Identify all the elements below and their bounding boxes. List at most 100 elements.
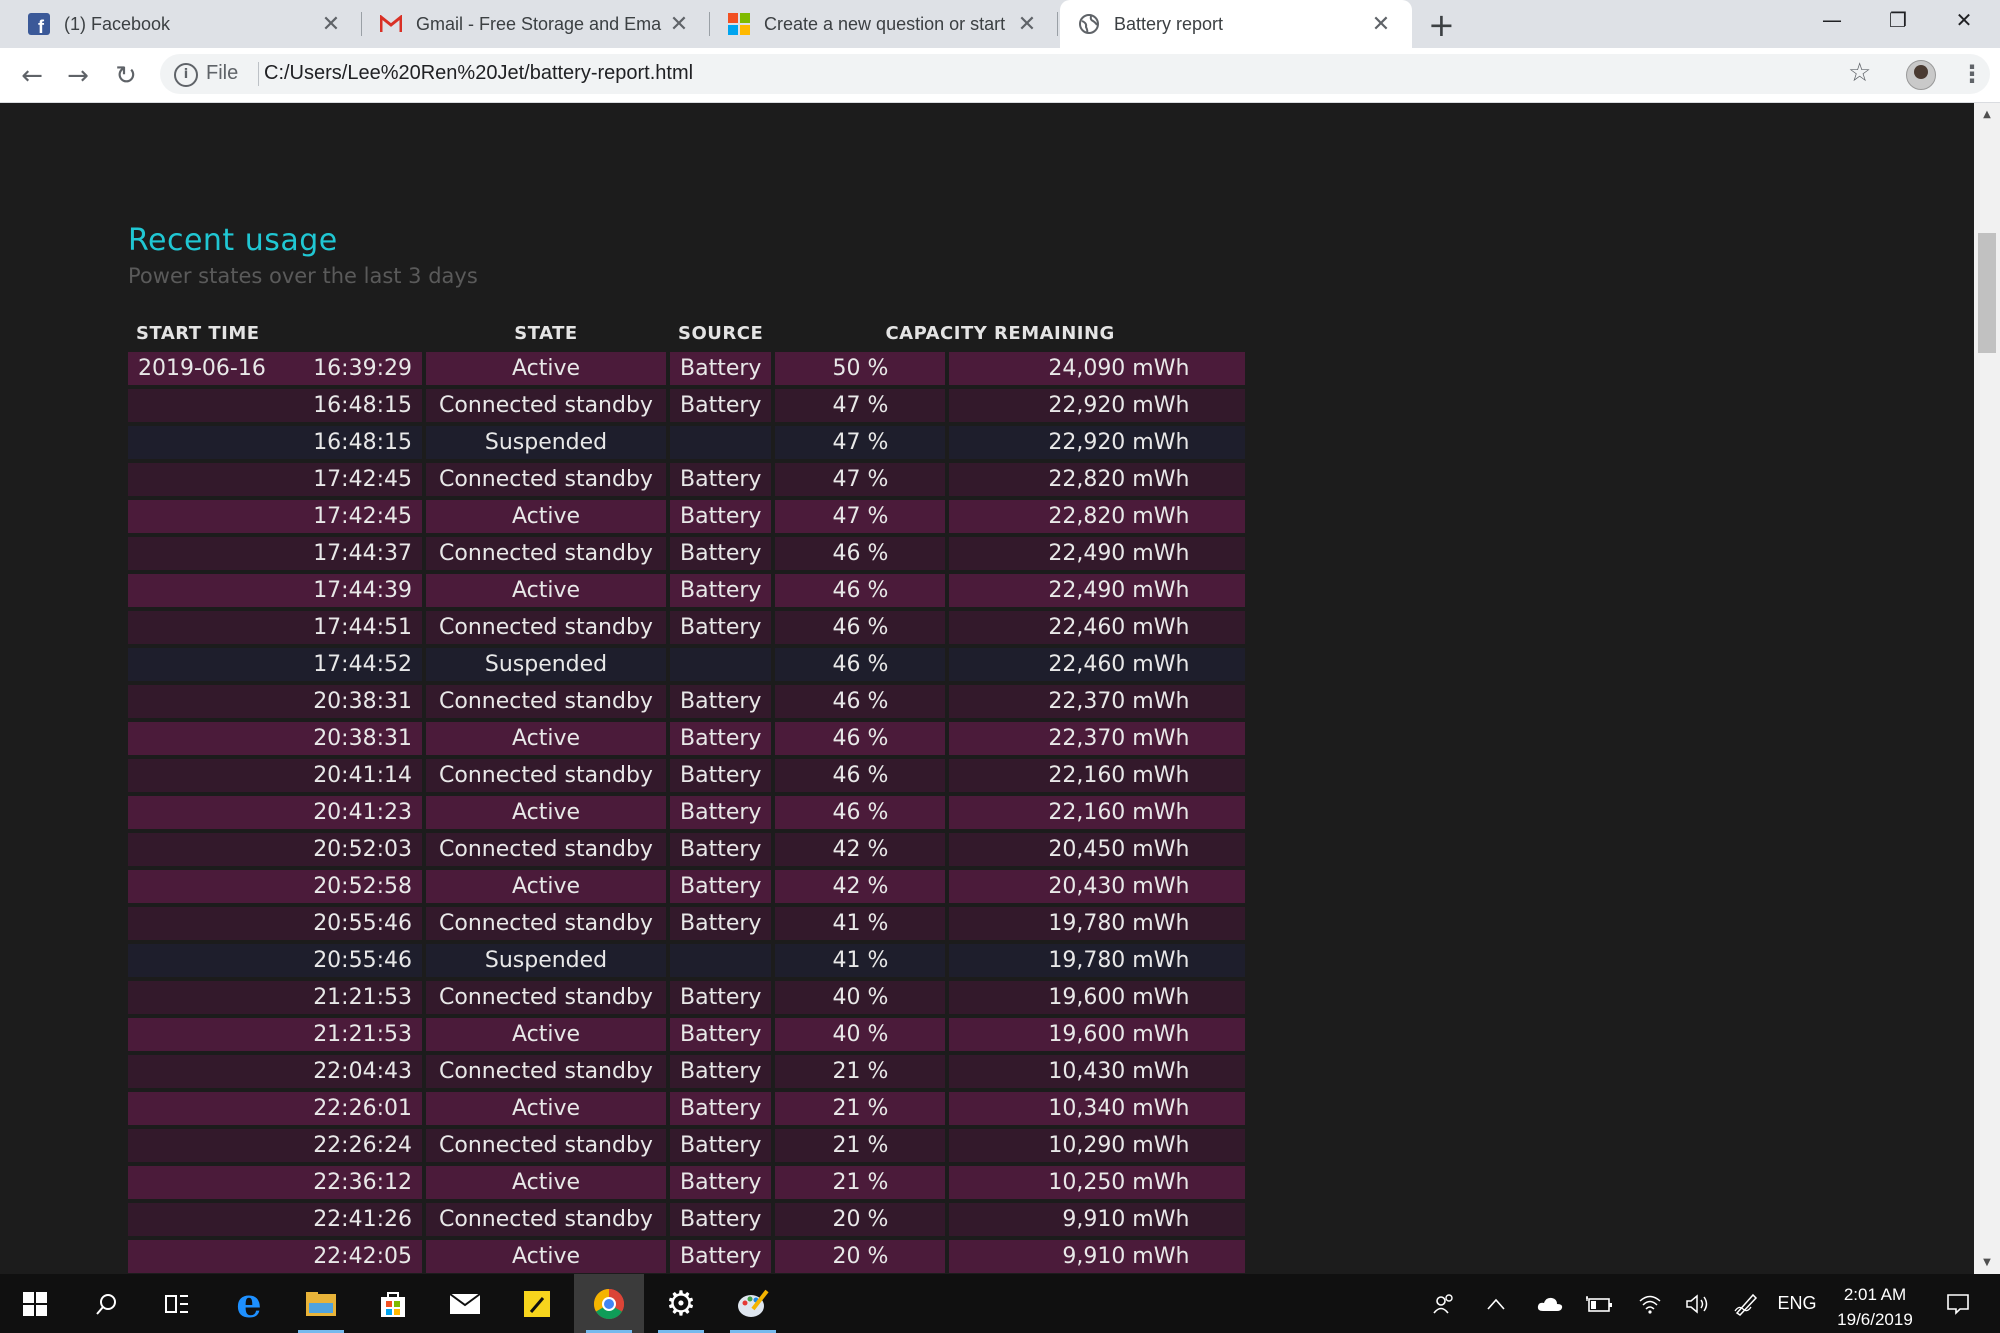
reload-icon[interactable]: ↻ <box>108 58 144 94</box>
file-explorer-icon[interactable] <box>286 1274 356 1333</box>
close-tab-icon[interactable]: ✕ <box>314 11 348 37</box>
back-icon[interactable]: ← <box>14 58 50 94</box>
table-row: 22:36:12 Active Battery 21 % 10,250 mWh <box>128 1166 1246 1199</box>
start-time-cell: 20:38:31 <box>128 722 422 755</box>
table-row: 22:42:05 Active Battery 20 % 9,910 mWh <box>128 1240 1246 1273</box>
state-cell: Connected standby <box>426 1203 666 1236</box>
avatar[interactable] <box>1906 60 1936 90</box>
time-text: 17:44:39 <box>313 578 412 603</box>
state-cell: Active <box>426 1092 666 1125</box>
task-view-icon[interactable] <box>142 1274 212 1333</box>
start-time-cell: 21:21:53 <box>128 981 422 1014</box>
sticky-notes-icon[interactable] <box>502 1274 572 1333</box>
source-cell: Battery <box>670 1129 772 1162</box>
capacity-cell: 9,910 mWh <box>949 1240 1246 1273</box>
percent-cell: 46 % <box>775 759 946 792</box>
settings-icon[interactable]: ⚙ <box>646 1274 716 1333</box>
state-cell: Active <box>426 1018 666 1051</box>
close-window-icon[interactable]: ✕ <box>1934 0 1994 40</box>
restore-icon[interactable]: ❐ <box>1868 0 1928 40</box>
info-icon[interactable]: i <box>174 63 198 87</box>
volume-icon[interactable] <box>1676 1274 1720 1333</box>
address-bar[interactable]: i File C:/Users/Lee%20Ren%20Jet/battery-… <box>160 54 1990 94</box>
tab-facebook[interactable]: f (1) Facebook ✕ <box>0 0 362 48</box>
close-tab-icon[interactable]: ✕ <box>1010 11 1044 37</box>
store-icon[interactable] <box>358 1274 428 1333</box>
people-icon[interactable] <box>1420 1274 1468 1333</box>
mail-icon[interactable] <box>430 1274 500 1333</box>
column-header-state: STATE <box>514 322 578 344</box>
state-cell: Connected standby <box>426 611 666 644</box>
battery-icon[interactable] <box>1578 1274 1622 1333</box>
percent-cell: 21 % <box>775 1092 946 1125</box>
tab-microsoft[interactable]: Create a new question or start a ✕ <box>710 0 1058 48</box>
start-time-cell: 20:38:31 <box>128 685 422 718</box>
tab-battery-report[interactable]: Battery report ✕ <box>1060 0 1412 48</box>
capacity-cell: 22,370 mWh <box>949 685 1246 718</box>
time-text: 20:41:14 <box>313 763 412 788</box>
table-row: 17:44:37 Connected standby Battery 46 % 22,4… <box>128 537 1246 570</box>
wifi-icon[interactable] <box>1628 1274 1672 1333</box>
percent-cell: 46 % <box>775 796 946 829</box>
start-time-cell: 22:36:12 <box>128 1166 422 1199</box>
time-text: 20:52:03 <box>313 837 412 862</box>
state-cell: Suspended <box>426 648 666 681</box>
time-text: 22:04:43 <box>313 1059 412 1084</box>
minimize-icon[interactable]: — <box>1802 0 1862 40</box>
table-header: START TIME STATE SOURCE CAPACITY REMAINI… <box>128 318 1245 348</box>
source-cell: Battery <box>670 796 772 829</box>
close-tab-icon[interactable]: ✕ <box>662 11 696 37</box>
table-row: 17:42:45 Active Battery 47 % 22,820 mWh <box>128 500 1246 533</box>
table-row: 20:55:46 Suspended 41 % 19,780 mWh <box>128 944 1246 977</box>
capacity-cell: 22,490 mWh <box>949 574 1246 607</box>
start-time-cell: 20:52:03 <box>128 833 422 866</box>
start-time-cell: 22:26:01 <box>128 1092 422 1125</box>
tab-gmail[interactable]: Gmail - Free Storage and Email fr ✕ <box>362 0 710 48</box>
bookmark-star-icon[interactable]: ☆ <box>1848 58 1871 88</box>
paint-icon[interactable] <box>718 1274 788 1333</box>
onedrive-icon[interactable] <box>1528 1274 1572 1333</box>
time-text: 16:48:15 <box>313 393 412 418</box>
menu-icon[interactable]: ⋮ <box>1960 60 1984 88</box>
start-icon[interactable] <box>0 1274 70 1333</box>
clock[interactable]: 2:01 AM 19/6/2019 <box>1820 1282 1930 1332</box>
new-tab-button[interactable]: + <box>1428 6 1455 44</box>
source-cell: Battery <box>670 1166 772 1199</box>
chrome-icon[interactable] <box>574 1274 644 1333</box>
state-cell: Active <box>426 352 666 385</box>
time-text: 20:38:31 <box>313 726 412 751</box>
column-header-capacity: CAPACITY REMAINING <box>885 322 1115 344</box>
percent-cell: 40 % <box>775 981 946 1014</box>
capacity-cell: 19,780 mWh <box>949 907 1246 940</box>
language-indicator[interactable]: ENG <box>1774 1274 1820 1333</box>
table-row: 17:44:39 Active Battery 46 % 22,490 mWh <box>128 574 1246 607</box>
close-tab-icon[interactable]: ✕ <box>1364 11 1398 37</box>
scroll-thumb[interactable] <box>1978 233 1996 353</box>
edge-icon[interactable]: e <box>214 1274 284 1333</box>
start-time-cell: 17:44:52 <box>128 648 422 681</box>
start-time-cell: 22:04:43 <box>128 1055 422 1088</box>
column-header-start-time: START TIME <box>136 322 260 344</box>
forward-icon[interactable]: → <box>60 58 96 94</box>
scroll-up-icon[interactable]: ▲ <box>1974 109 2000 120</box>
source-cell: Battery <box>670 1018 772 1051</box>
chevron-up-icon[interactable] <box>1476 1274 1516 1333</box>
state-cell: Connected standby <box>426 389 666 422</box>
percent-cell: 40 % <box>775 1018 946 1051</box>
start-time-cell: 17:44:37 <box>128 537 422 570</box>
tab-title: (1) Facebook <box>64 13 171 34</box>
source-cell: Battery <box>670 1203 772 1236</box>
table-row: 20:52:58 Active Battery 42 % 20,430 mWh <box>128 870 1246 903</box>
capacity-cell: 22,490 mWh <box>949 537 1246 570</box>
url-text[interactable]: C:/Users/Lee%20Ren%20Jet/battery-report.… <box>264 62 693 85</box>
pen-workspace-icon[interactable] <box>1724 1274 1768 1333</box>
percent-cell: 47 % <box>775 463 946 496</box>
capacity-cell: 10,430 mWh <box>949 1055 1246 1088</box>
notifications-icon[interactable] <box>1930 1274 1986 1333</box>
search-icon[interactable] <box>72 1274 142 1333</box>
scrollbar[interactable]: ▲ ▼ <box>1974 103 2000 1274</box>
source-cell: Battery <box>670 574 772 607</box>
table-row: 17:44:51 Connected standby Battery 46 % 22,4… <box>128 611 1246 644</box>
time-text: 21:21:53 <box>313 1022 412 1047</box>
scroll-down-icon[interactable]: ▼ <box>1974 1257 2000 1268</box>
